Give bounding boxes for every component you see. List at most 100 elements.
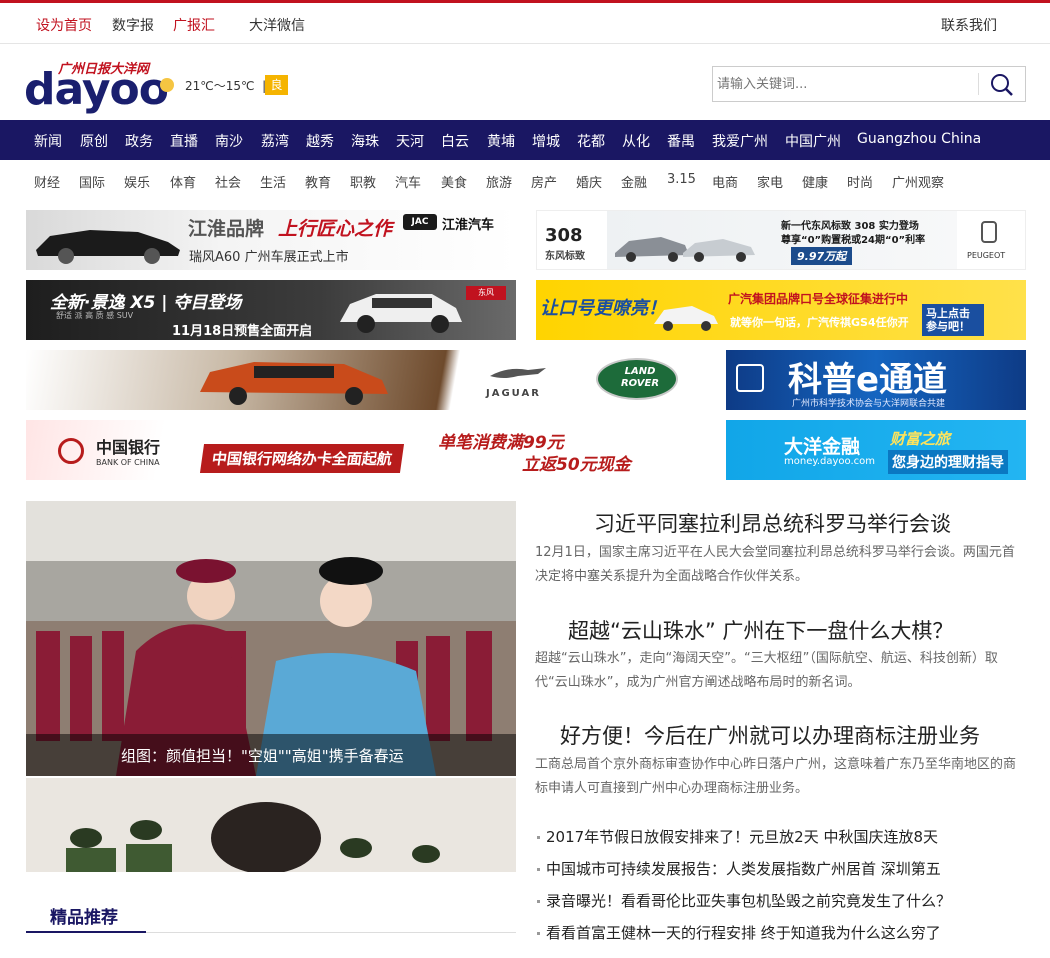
ad-collection-link[interactable]: 广报汇 [173,15,215,35]
peugeot-cars-image [615,237,755,262]
nav-item-nansha[interactable]: 南沙 [215,131,243,151]
peugeot-model: 308 [545,225,583,246]
finance-ad-tag: 财富之旅 [890,430,951,448]
nav-item-government[interactable]: 政务 [125,131,153,151]
gac-banner-ad[interactable]: 让口号更嘹亮！ 广汽集团品牌口号全球征集进行中 就等你一句话，广汽传祺GS4任你… [536,280,1026,340]
subnav-item-education[interactable]: 教育 [305,172,331,191]
news-list-item[interactable]: 录音曝光！看看哥伦比亚失事包机坠毁之前究竟发生了什么？ [535,888,1027,920]
subnav-item-finance[interactable]: 财经 [34,172,60,191]
headline-1-title[interactable]: 习近平同塞拉利昂总统科罗马举行会谈 [594,508,951,538]
feature-caption[interactable]: 组图：颜值担当！"空姐""高姐"携手备春运 [121,745,404,766]
finance-ad-sub: 您身边的理财指导 [888,450,1008,474]
peugeot-banner-ad[interactable]: 308 东风标致 新一代东风标致 308 实力登场 尊享“0”购置税或24期“0… [536,210,1026,270]
nav-item-news[interactable]: 新闻 [34,131,62,151]
headline-3-title[interactable]: 好方便！今后在广州就可以办理商标注册业务 [560,720,980,750]
nav-item-love-guangzhou[interactable]: 我爱广州 [712,131,768,151]
nav-item-huangpu[interactable]: 黄埔 [487,131,515,151]
boc-slogan: 中国银行网络办卡全面起航 [199,444,405,473]
subnav-item-appliances[interactable]: 家电 [757,172,783,191]
subnav-item-wedding[interactable]: 婚庆 [576,172,602,191]
news-list-item[interactable]: 中国城市可持续发展报告：人类发展指数广州居首 深圳第五 [535,856,1027,888]
subnav-item-realestate[interactable]: 房产 [531,172,557,191]
dayoo-logo[interactable]: dayoo [24,64,169,115]
secondary-photo[interactable] [26,778,516,872]
news-list-item[interactable]: 2017年节假日放假安排来了！元旦放2天 中秋国庆连放8天 [535,824,1027,856]
news-list-item[interactable]: 看看首富王健林一天的行程安排 终于知道我为什么这么穷了 [535,920,1027,952]
set-home-link[interactable]: 设为首页 [36,15,92,35]
nav-item-huadu[interactable]: 花都 [577,131,605,151]
subnav-item-society[interactable]: 社会 [215,172,241,191]
nav-item-live[interactable]: 直播 [170,131,198,151]
finance-ad-title: 大洋金融 [784,436,861,458]
science-ad-sub: 广州市科学技术协会与大洋网联合共建 [792,399,946,409]
headline-2-summary: 超越“云山珠水”，走向“海阔天空”。“三大枢纽”（国际航空、航运、科技创新）取代… [535,651,998,690]
contact-link[interactable]: 联系我们 [941,15,997,35]
boc-name-en: BANK OF CHINA [96,458,160,467]
car-image [36,230,180,264]
subnav-item-life[interactable]: 生活 [260,172,286,191]
nav-item-tianhe[interactable]: 天河 [396,131,424,151]
nav-item-yuexiu[interactable]: 越秀 [306,131,334,151]
jac-ad-brand: 江淮汽车 [442,218,495,233]
jaguar-leaper-icon [490,368,546,378]
boc-banner-ad[interactable]: 中国银行 BANK OF CHINA 中国银行网络办卡全面起航 单笔消费满99元… [26,420,716,480]
dongfeng-logo-icon: 东风 [466,286,506,300]
nav-item-baiyun[interactable]: 白云 [441,131,469,151]
peugeot-lion-icon [981,221,997,243]
boc-logo-icon [58,438,84,464]
search-button[interactable] [985,71,1019,99]
gac-participate-button[interactable]: 马上点击参与吧！ [922,304,984,336]
search-box [712,66,1026,102]
nav-item-guangzhou-china[interactable]: Guangzhou China [857,131,981,147]
nav-item-zengcheng[interactable]: 增城 [532,131,560,151]
dayoo-wechat-link[interactable]: 大洋微信 [249,15,305,35]
subnav-item-vocational[interactable]: 职教 [350,172,376,191]
gac-ad-sub: 就等你一句话，广汽传祺GS4任你开 [730,316,909,329]
jaguar-logo-text: JAGUAR [486,388,541,399]
subnav-item-sports[interactable]: 体育 [170,172,196,191]
subnav-item-fashion[interactable]: 时尚 [847,172,873,191]
search-input[interactable] [713,67,977,101]
news-list: 2017年节假日放假安排来了！元旦放2天 中秋国庆连放8天 中国城市可持续发展报… [535,824,1027,952]
dongfeng-ad-sub: 舒适 派 高 质 感 SUV [56,311,134,320]
aqi-badge: 良 [265,75,288,95]
science-ad-title: 科普e通道 [788,360,948,400]
peugeot-logo-text: PEUGEOT [967,251,1006,260]
gac-ad-title: 广汽集团品牌口号全球征集进行中 [728,292,909,306]
peugeot-text1: 新一代东风标致 308 实力登场 [781,221,919,232]
finance-banner-ad[interactable]: 大洋金融 money.dayoo.com 财富之旅 您身边的理财指导 [726,420,1026,480]
nav-item-china-guangzhou[interactable]: 中国广州 [785,131,841,151]
subnav-item-banking[interactable]: 金融 [621,172,647,191]
jaguar-landrover-banner-ad[interactable]: JAGUAR LAND ROVER [26,350,716,410]
feature-photo[interactable]: 组图：颜值担当！"空姐""高姐"携手备春运 [26,501,516,776]
dongfeng-ad-date: 11月18日预售全面开启 [172,324,313,339]
landrover-logo-text: LAND ROVER [620,366,660,389]
subnav-item-ecommerce[interactable]: 电商 [712,172,738,191]
nav-item-liwan[interactable]: 荔湾 [261,131,289,151]
finance-ad-url: money.dayoo.com [784,456,876,467]
digital-paper-link[interactable]: 数字报 [112,15,154,35]
nav-item-conghua[interactable]: 从化 [622,131,650,151]
subnav-item-gz-observe[interactable]: 广州观察 [892,172,944,191]
nav-item-original[interactable]: 原创 [80,131,108,151]
subnav-item-health[interactable]: 健康 [802,172,828,191]
search-divider [978,73,979,95]
nav-item-haizhu[interactable]: 海珠 [351,131,379,151]
weather-text: 21℃～15℃ | [185,79,267,93]
subnav-item-entertainment[interactable]: 娱乐 [124,172,150,191]
nav-item-panyu[interactable]: 番禺 [667,131,695,151]
subnav-item-travel[interactable]: 旅游 [486,172,512,191]
subnav-item-315[interactable]: 3.15 [667,172,696,187]
sub-nav: 财经 国际 娱乐 体育 社会 生活 教育 职教 汽车 美食 旅游 房产 婚庆 金… [0,160,1050,200]
peugeot-brand-cn: 东风标致 [545,251,585,262]
jac-banner-ad[interactable]: 江淮品牌 上行匠心之作 瑞风A60 广州车展正式上市 JAC 江淮汽车 [26,210,516,270]
sun-icon [160,78,174,92]
dongfeng-banner-ad[interactable]: 全新·景逸 X5 | 夺目登场 舒适 派 高 质 感 SUV 11月18日预售全… [26,280,516,340]
peugeot-text2: 尊享“0”购置税或24期“0”利率 [781,235,926,246]
science-banner-ad[interactable]: 科普e通道 广州市科学技术协会与大洋网联合共建 [726,350,1026,410]
subnav-item-food[interactable]: 美食 [441,172,467,191]
subnav-item-international[interactable]: 国际 [79,172,105,191]
jac-ad-title: 江淮品牌 [188,218,265,240]
subnav-item-auto[interactable]: 汽车 [395,172,421,191]
headline-2-title[interactable]: 超越“云山珠水” 广州在下一盘什么大棋？ [568,615,953,645]
